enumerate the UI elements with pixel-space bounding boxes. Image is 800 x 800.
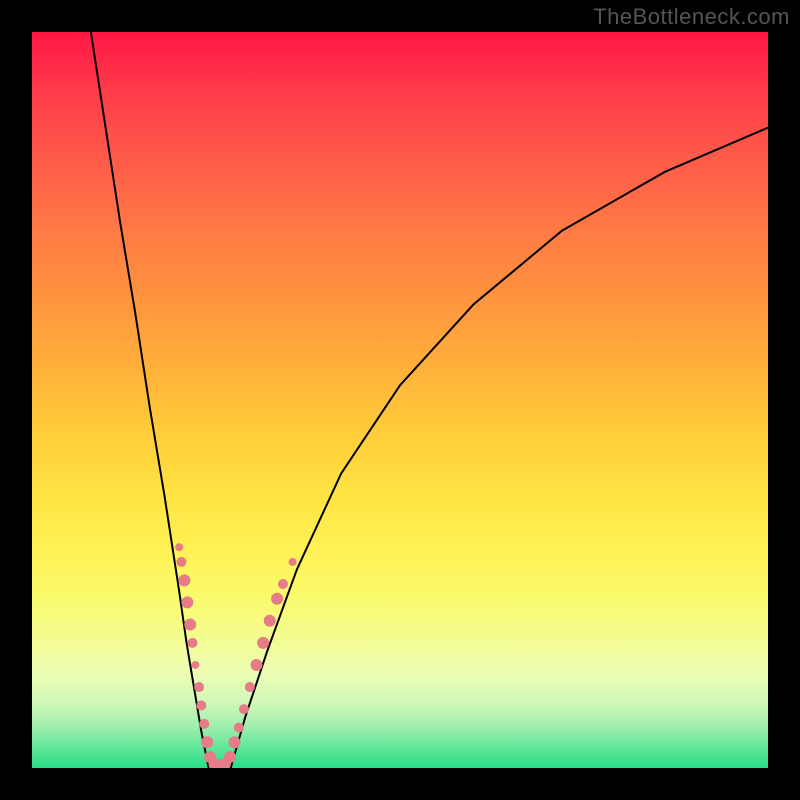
highlight-marker: [175, 543, 183, 551]
highlight-marker: [289, 558, 297, 566]
highlight-marker: [184, 618, 196, 630]
highlight-marker: [250, 659, 262, 671]
highlight-marker: [228, 736, 240, 748]
highlight-marker: [245, 682, 255, 692]
highlight-marker: [201, 736, 213, 748]
bottleneck-curve-path: [91, 32, 768, 768]
highlight-marker: [271, 593, 283, 605]
attribution-text: TheBottleneck.com: [593, 4, 790, 30]
plot-area: [32, 32, 768, 768]
highlight-marker: [234, 723, 244, 733]
highlight-marker: [178, 574, 190, 586]
highlight-marker: [176, 557, 186, 567]
highlight-marker: [199, 719, 209, 729]
highlight-marker: [264, 615, 276, 627]
highlight-marker: [196, 700, 206, 710]
highlight-marker: [191, 661, 199, 669]
chart-frame: TheBottleneck.com: [0, 0, 800, 800]
highlight-marker: [278, 579, 288, 589]
highlight-marker: [187, 638, 197, 648]
highlight-marker: [194, 682, 204, 692]
highlight-marker: [239, 704, 249, 714]
highlight-marker: [224, 751, 236, 763]
highlight-marker: [257, 637, 269, 649]
highlight-marker: [181, 596, 193, 608]
bottleneck-curve: [32, 32, 768, 768]
